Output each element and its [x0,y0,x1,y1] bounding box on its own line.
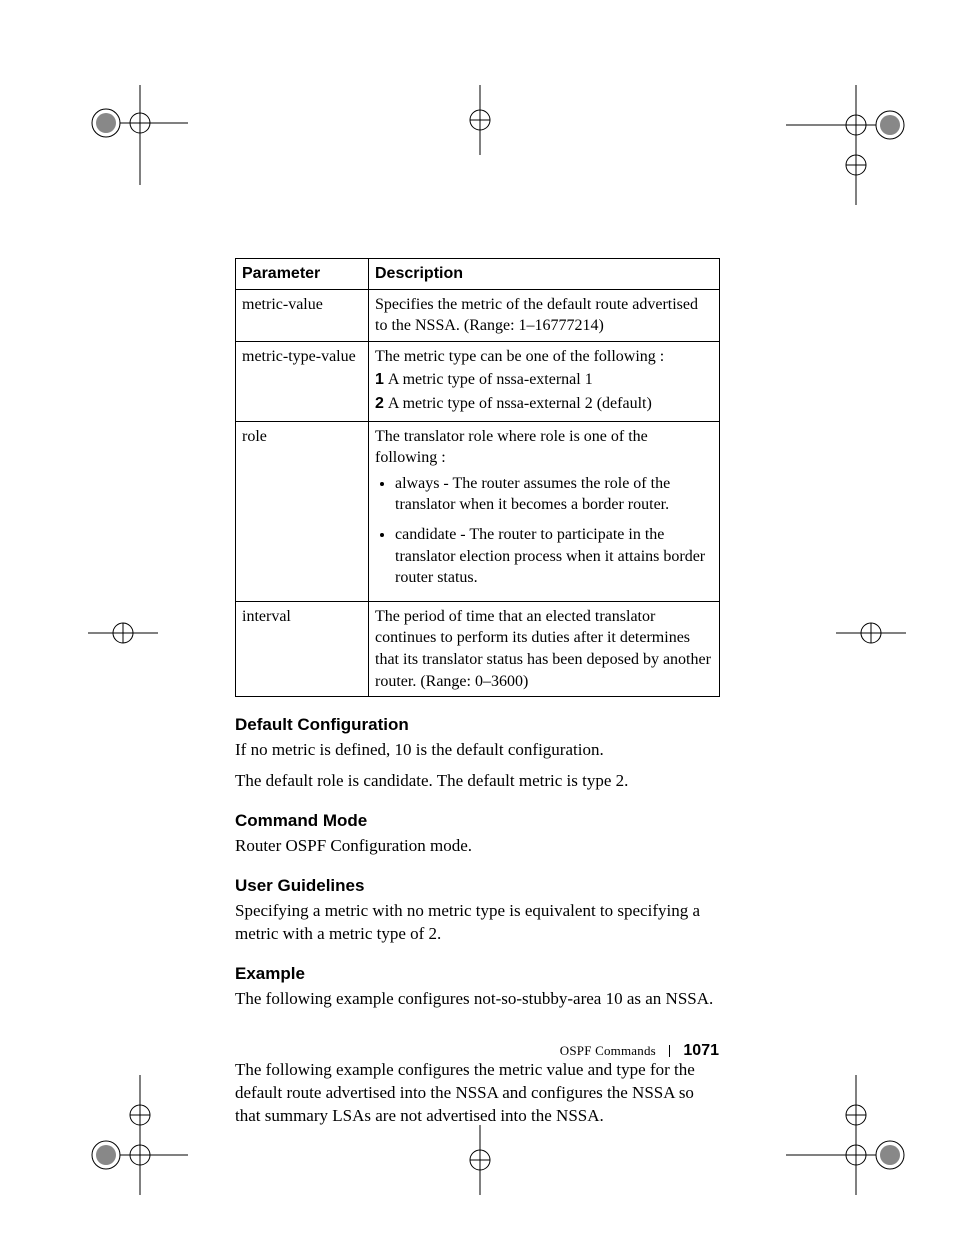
page-footer: OSPF Commands 1071 [560,1042,719,1060]
body-text: The default role is candidate. The defau… [235,770,720,793]
page-number: 1071 [683,1042,719,1059]
table-row: interval The period of time that an elec… [236,601,720,696]
heading-user-guidelines: User Guidelines [235,876,720,896]
param-name: role [236,421,369,601]
crop-mark-icon [445,85,515,155]
col-header-description: Description [369,259,720,290]
crop-mark-icon [88,85,188,185]
list-item: candidate - The router to participate in… [395,524,713,589]
ordered-item: 1A metric type of nssa-external 1 [375,369,713,391]
page-content: Parameter Description metric-value Speci… [235,258,720,1136]
table-header-row: Parameter Description [236,259,720,290]
table-row: metric-value Specifies the metric of the… [236,289,720,341]
ordered-item: 2A metric type of nssa-external 2 (defau… [375,393,713,415]
bullet-list: always - The router assumes the role of … [395,473,713,589]
body-text: Router OSPF Configuration mode. [235,835,720,858]
heading-example: Example [235,964,720,984]
body-text: The following example configures the met… [235,1059,720,1128]
param-name: interval [236,601,369,696]
crop-mark-icon [786,1075,906,1195]
heading-command-mode: Command Mode [235,811,720,831]
body-text: Specifying a metric with no metric type … [235,900,720,946]
body-text: The following example configures not-so-… [235,988,720,1011]
item-number: 2 [375,393,384,415]
param-name: metric-type-value [236,341,369,421]
crop-mark-icon [836,598,906,668]
crop-mark-icon [88,1075,188,1195]
param-desc: The period of time that an elected trans… [369,601,720,696]
param-name: metric-value [236,289,369,341]
item-text: A metric type of nssa-external 1 [388,371,593,388]
parameter-table: Parameter Description metric-value Speci… [235,258,720,697]
param-desc: The translator role where role is one of… [369,421,720,601]
item-text: A metric type of nssa-external 2 (defaul… [388,395,652,412]
param-desc: The metric type can be one of the follow… [369,341,720,421]
footer-section: OSPF Commands [560,1043,656,1058]
table-row: metric-type-value The metric type can be… [236,341,720,421]
list-item: always - The router assumes the role of … [395,473,713,516]
table-row: role The translator role where role is o… [236,421,720,601]
body-text: If no metric is defined, 10 is the defau… [235,739,720,762]
param-desc: Specifies the metric of the default rout… [369,289,720,341]
divider-icon [669,1045,670,1057]
crop-mark-icon [786,85,906,205]
item-number: 1 [375,369,384,391]
desc-lead: The translator role where role is one of… [375,426,713,469]
desc-lead: The metric type can be one of the follow… [375,346,713,368]
crop-mark-icon [88,598,158,668]
heading-default-configuration: Default Configuration [235,715,720,735]
col-header-parameter: Parameter [236,259,369,290]
page: Parameter Description metric-value Speci… [0,0,954,1235]
